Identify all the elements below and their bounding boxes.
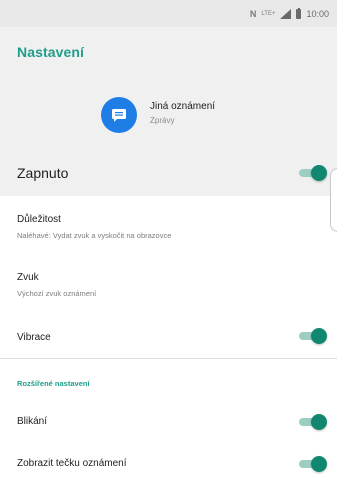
vibration-toggle[interactable] [297, 328, 327, 344]
toggle-thumb [311, 456, 327, 472]
page-title: Nastavení [17, 44, 85, 60]
blink-toggle[interactable] [297, 414, 327, 430]
notification-dot-title: Zobrazit tečku oznámení [17, 458, 127, 469]
network-type-icon: LTE+ [261, 10, 276, 17]
toggle-thumb [311, 328, 327, 344]
app-name: Zprávy [150, 116, 175, 125]
sound-title: Zvuk [17, 272, 39, 283]
toggle-thumb [311, 165, 327, 181]
master-toggle[interactable] [297, 165, 327, 181]
notification-dot-row[interactable]: Zobrazit tečku oznámení [0, 442, 337, 486]
importance-row[interactable]: Důležitost Naléhavé: Vydat zvuk a vyskoč… [0, 196, 337, 256]
master-switch-label: Zapnuto [17, 165, 69, 181]
channel-header: Jiná oznámení Zprávy [0, 81, 337, 151]
nfc-icon: N [249, 8, 257, 19]
advanced-section-title: Rozšířené nastavení [17, 379, 90, 388]
message-icon [101, 97, 137, 133]
blink-row[interactable]: Blikání [0, 402, 337, 442]
app-bar: Nastavení [0, 27, 337, 81]
vibration-row[interactable]: Vibrace [0, 316, 337, 358]
notification-dot-toggle[interactable] [297, 456, 327, 472]
importance-title: Důležitost [17, 214, 61, 225]
status-time: 10:00 [306, 8, 329, 19]
importance-summary: Naléhavé: Vydat zvuk a vyskočit na obraz… [17, 231, 172, 240]
section-divider [0, 358, 337, 359]
status-bar: N LTE+ 10:00 [0, 0, 337, 27]
toggle-thumb [311, 414, 327, 430]
message-glyph-icon [112, 109, 126, 122]
battery-icon [296, 7, 302, 19]
channel-name: Jiná oznámení [150, 101, 216, 112]
vibration-title: Vibrace [17, 332, 51, 343]
sound-summary: Výchozí zvuk oznámení [17, 289, 97, 298]
sound-row[interactable]: Zvuk Výchozí zvuk oznámení [0, 256, 337, 316]
blink-title: Blikání [17, 416, 48, 427]
signal-icon [280, 8, 292, 19]
master-switch-row[interactable]: Zapnuto [0, 151, 337, 196]
